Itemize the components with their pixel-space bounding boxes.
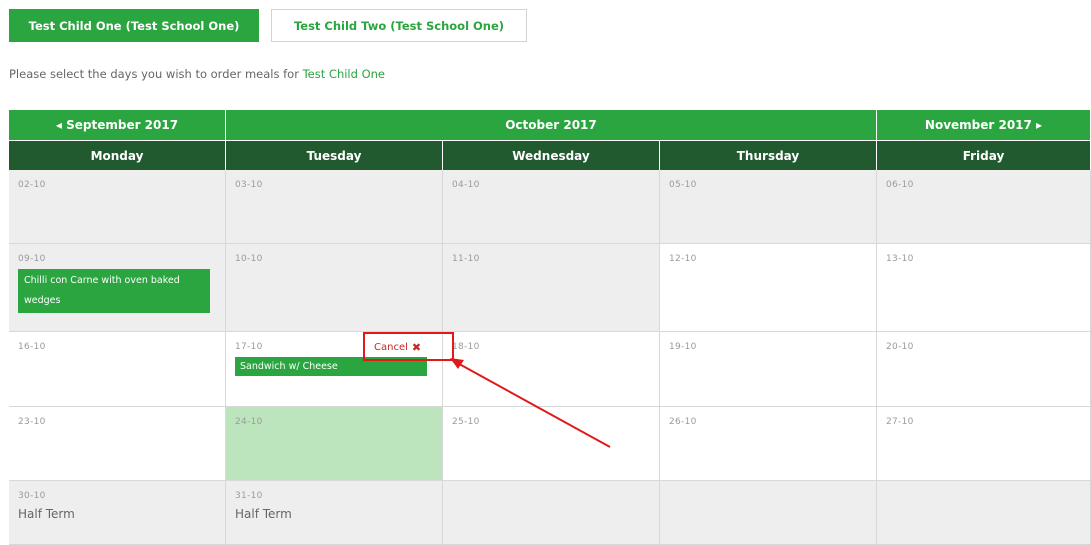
week-row: 09-10 Chilli con Carne with oven baked w… [9, 244, 1091, 332]
date-label: 31-10 [235, 491, 263, 501]
day-cell[interactable]: 06-10 [877, 170, 1091, 244]
week-row: 23-10 24-10 25-10 26-10 27-10 [9, 407, 1091, 481]
date-label: 24-10 [235, 417, 263, 427]
cancel-button[interactable]: Cancel ✖ [374, 341, 421, 354]
tab-test-child-two[interactable]: Test Child Two (Test School One) [271, 9, 527, 42]
date-label: 16-10 [18, 342, 46, 352]
meal-calendar: ◂ September 2017 October 2017 November 2… [9, 110, 1091, 545]
day-cell[interactable]: 30-10 Half Term [9, 481, 226, 545]
day-cell[interactable]: 03-10 [226, 170, 443, 244]
day-cell[interactable]: 10-10 [226, 244, 443, 332]
tab-test-child-one[interactable]: Test Child One (Test School One) [9, 9, 259, 42]
day-cell[interactable]: 16-10 [9, 332, 226, 407]
date-label: 03-10 [235, 180, 263, 190]
day-header-friday: Friday [877, 141, 1091, 170]
weekday-header: Monday Tuesday Wednesday Thursday Friday [9, 141, 1091, 170]
day-cell-empty [443, 481, 660, 545]
day-cell[interactable]: 17-10 Cancel ✖ Sandwich w/ Cheese [226, 332, 443, 407]
date-label: 04-10 [452, 180, 480, 190]
day-cell[interactable]: 31-10 Half Term [226, 481, 443, 545]
day-cell[interactable]: 04-10 [443, 170, 660, 244]
month-navigation: ◂ September 2017 October 2017 November 2… [9, 110, 1091, 141]
half-term-label: Half Term [18, 507, 75, 521]
date-label: 05-10 [669, 180, 697, 190]
day-cell-empty [660, 481, 877, 545]
date-label: 02-10 [18, 180, 46, 190]
day-cell[interactable]: 02-10 [9, 170, 226, 244]
week-row: 30-10 Half Term 31-10 Half Term [9, 481, 1091, 545]
date-label: 06-10 [886, 180, 914, 190]
day-cell[interactable]: 23-10 [9, 407, 226, 481]
date-label: 09-10 [18, 254, 46, 264]
prev-month-button[interactable]: ◂ September 2017 [9, 110, 226, 141]
date-label: 18-10 [452, 342, 480, 352]
week-row: 16-10 17-10 Cancel ✖ Sandwich w/ Cheese … [9, 332, 1091, 407]
cancel-label: Cancel [374, 342, 408, 353]
day-cell[interactable]: 05-10 [660, 170, 877, 244]
day-cell[interactable]: 20-10 [877, 332, 1091, 407]
date-label: 12-10 [669, 254, 697, 264]
day-header-monday: Monday [9, 141, 226, 170]
meal-order-sandwich[interactable]: Sandwich w/ Cheese [235, 357, 427, 376]
meal-order-chilli[interactable]: Chilli con Carne with oven baked wedges [18, 269, 210, 313]
date-label: 27-10 [886, 417, 914, 427]
date-label: 11-10 [452, 254, 480, 264]
half-term-label: Half Term [235, 507, 292, 521]
date-label: 25-10 [452, 417, 480, 427]
day-cell-selected[interactable]: 24-10 [226, 407, 443, 481]
day-header-tuesday: Tuesday [226, 141, 443, 170]
intro-child-name: Test Child One [302, 67, 385, 81]
day-header-wednesday: Wednesday [443, 141, 660, 170]
date-label: 13-10 [886, 254, 914, 264]
day-cell[interactable]: 09-10 Chilli con Carne with oven baked w… [9, 244, 226, 332]
day-cell[interactable]: 19-10 [660, 332, 877, 407]
date-label: 26-10 [669, 417, 697, 427]
day-cell[interactable]: 26-10 [660, 407, 877, 481]
intro-text: Please select the days you wish to order… [9, 67, 385, 81]
next-month-button[interactable]: November 2017 ▸ [877, 110, 1091, 141]
child-tabs: Test Child One (Test School One) Test Ch… [9, 9, 527, 42]
date-label: 19-10 [669, 342, 697, 352]
day-cell[interactable]: 12-10 [660, 244, 877, 332]
date-label: 20-10 [886, 342, 914, 352]
day-cell[interactable]: 11-10 [443, 244, 660, 332]
week-row: 02-10 03-10 04-10 05-10 06-10 [9, 170, 1091, 244]
day-cell-empty [877, 481, 1091, 545]
close-icon: ✖ [411, 341, 422, 354]
day-header-thursday: Thursday [660, 141, 877, 170]
date-label: 30-10 [18, 491, 46, 501]
current-month-label: October 2017 [226, 110, 877, 141]
day-cell[interactable]: 13-10 [877, 244, 1091, 332]
date-label: 10-10 [235, 254, 263, 264]
day-cell[interactable]: 27-10 [877, 407, 1091, 481]
day-cell[interactable]: 25-10 [443, 407, 660, 481]
date-label: 23-10 [18, 417, 46, 427]
day-cell[interactable]: 18-10 [443, 332, 660, 407]
intro-label: Please select the days you wish to order… [9, 67, 303, 81]
